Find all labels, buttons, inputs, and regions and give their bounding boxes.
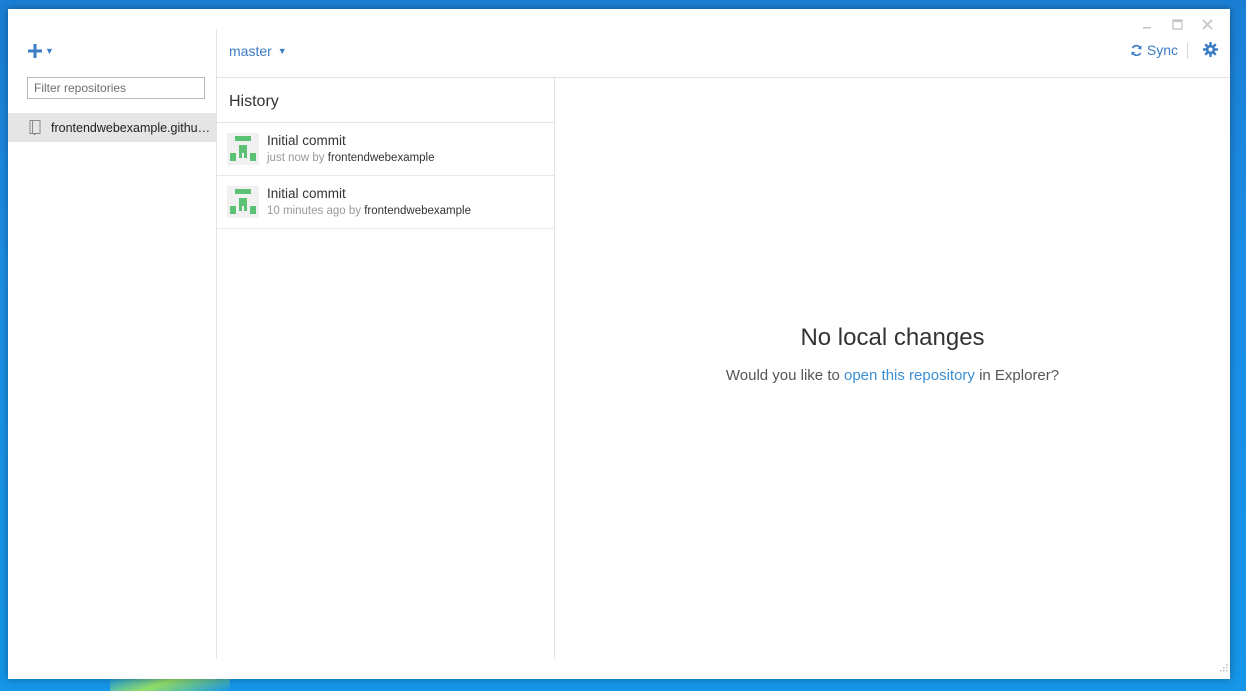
commit-author: frontendwebexample	[327, 152, 435, 164]
add-repository-button[interactable]: ▼	[28, 43, 54, 59]
filter-repositories-input[interactable]	[27, 77, 205, 99]
commit-row[interactable]: Initial commit just now by frontendwebex…	[217, 123, 554, 176]
history-heading: History	[217, 78, 554, 123]
commit-by: by	[312, 152, 325, 164]
sync-icon	[1131, 44, 1142, 56]
commit-time: 10 minutes ago	[267, 205, 346, 217]
no-changes-prompt: Would you like to open this repository i…	[555, 367, 1230, 384]
no-changes-heading: No local changes	[800, 324, 985, 351]
repo-book-icon	[29, 120, 43, 136]
github-desktop-window: ▼ frontendwebexample.github… master ▼	[8, 9, 1230, 679]
commit-meta: just now by frontendwebexample	[267, 152, 435, 164]
history-panel: History Initial commit just now by front…	[217, 78, 555, 659]
commit-time: just now	[267, 152, 310, 164]
avatar	[227, 133, 259, 165]
prompt-text-after: in Explorer?	[974, 367, 1060, 384]
open-repository-link[interactable]: open this repository	[844, 367, 975, 384]
gear-icon	[1203, 42, 1218, 57]
sync-button[interactable]: Sync	[1130, 42, 1178, 58]
settings-button[interactable]	[1203, 42, 1218, 62]
toolbar-divider	[1187, 43, 1188, 59]
chevron-down-icon: ▼	[277, 46, 287, 56]
repository-list-item[interactable]: frontendwebexample.github…	[8, 113, 216, 142]
repository-sidebar: ▼ frontendwebexample.github…	[8, 29, 217, 659]
commit-meta: 10 minutes ago by frontendwebexample	[267, 205, 471, 217]
commit-title: Initial commit	[267, 186, 346, 201]
sync-label: Sync	[1146, 42, 1178, 58]
chevron-down-icon: ▼	[45, 46, 54, 56]
commit-title: Initial commit	[267, 133, 346, 148]
commit-author: frontendwebexample	[364, 205, 471, 217]
prompt-text-before: Would you like to	[725, 367, 844, 384]
avatar	[227, 186, 259, 218]
commit-by: by	[348, 205, 361, 217]
repository-name: frontendwebexample.github…	[51, 120, 211, 135]
changes-panel: No local changes Would you like to open …	[555, 78, 1230, 679]
plus-icon	[28, 43, 42, 59]
resize-grip-icon[interactable]	[1220, 659, 1228, 677]
top-toolbar: master ▼ Sync	[217, 29, 1230, 78]
branch-selector[interactable]: master ▼	[229, 43, 287, 59]
branch-name: master	[229, 43, 272, 59]
commit-row[interactable]: Initial commit 10 minutes ago by fronten…	[217, 176, 554, 229]
